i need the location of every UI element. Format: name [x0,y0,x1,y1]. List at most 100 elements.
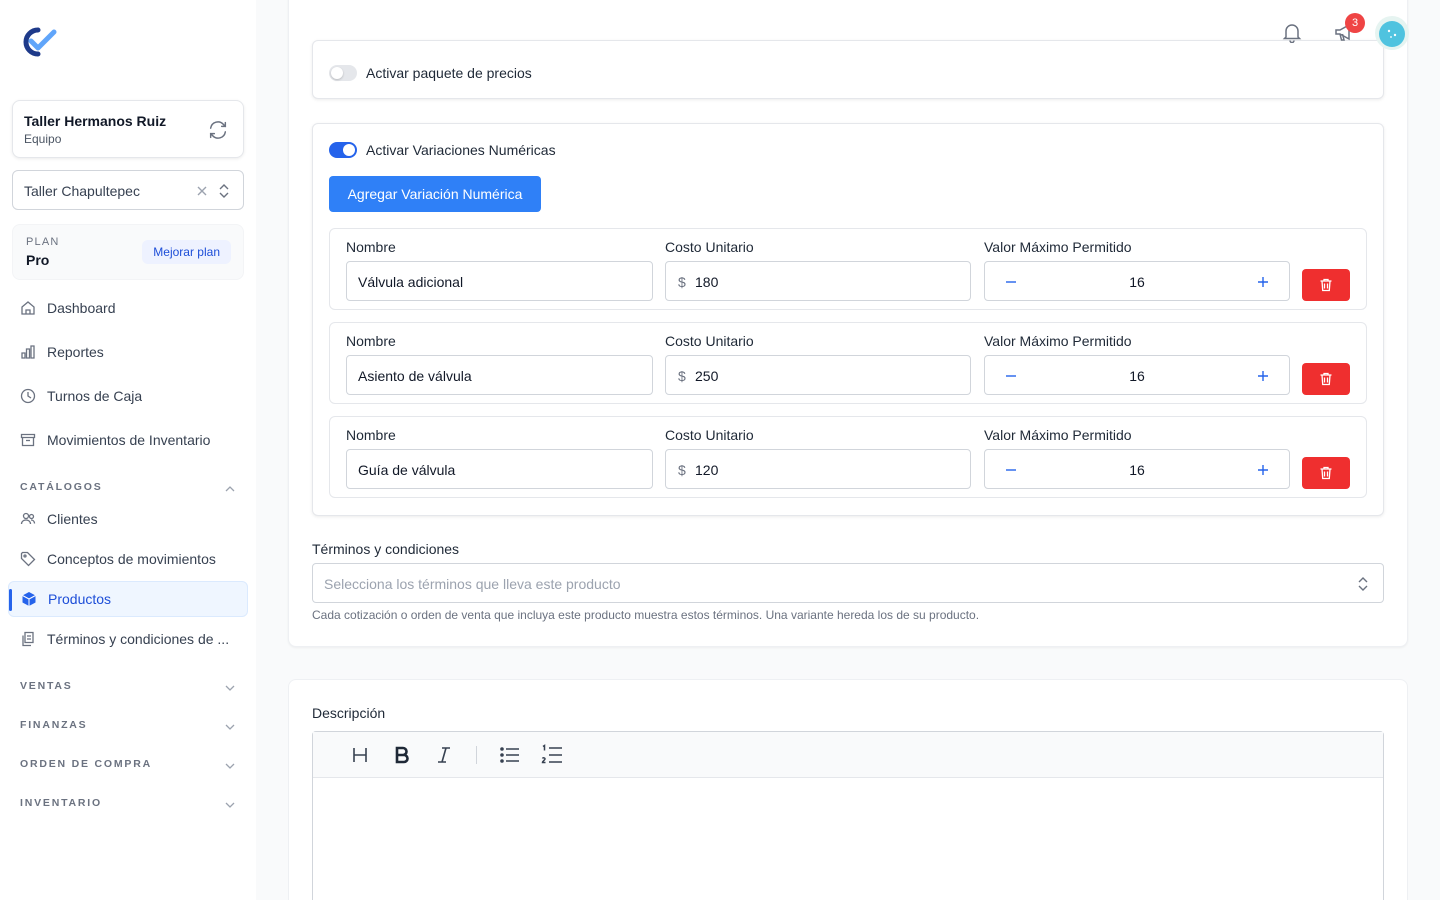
sidebar-item-label: Clientes [47,511,98,527]
chevron-up-down-icon [219,184,229,198]
currency-symbol: $ [678,368,686,384]
section-label: INVENTARIO [20,797,102,809]
chevron-down-icon [225,763,235,769]
sidebar-item-inventory-moves[interactable]: Movimientos de Inventario [8,422,248,458]
bullet-list-icon[interactable] [499,744,521,766]
delete-variation-button[interactable] [1302,457,1350,489]
section-inventory[interactable]: INVENTARIO [20,797,236,813]
sidebar-item-movement-concepts[interactable]: Conceptos de movimientos [8,541,248,577]
terms-help-text: Cada cotización o orden de venta que inc… [312,608,980,622]
bold-icon[interactable] [391,744,413,766]
currency-symbol: $ [678,462,686,478]
bell-icon[interactable] [1281,21,1303,43]
chevron-down-icon [225,685,235,691]
tag-icon [20,551,36,567]
heading-icon[interactable] [349,744,371,766]
unit-cost-label: Costo Unitario [665,239,754,255]
archive-icon [20,433,36,447]
sidebar-item-shifts[interactable]: Turnos de Caja [8,378,248,414]
unit-cost-input[interactable]: $180 [665,261,971,301]
trash-icon [1320,466,1332,480]
sidebar-item-products[interactable]: Productos [8,581,248,617]
toolbar-divider [476,746,477,764]
section-label: CATÁLOGOS [20,481,103,493]
close-icon[interactable] [195,184,209,198]
terms-label: Términos y condiciones [312,541,460,557]
users-icon [20,512,36,525]
currency-symbol: $ [678,274,686,290]
numeric-variations-toggle[interactable] [329,142,357,158]
chevron-down-icon [225,724,235,730]
section-finance[interactable]: FINANZAS [20,719,236,735]
variation-name-input[interactable]: Guía de válvula [346,449,653,489]
description-editor[interactable] [312,731,1384,900]
section-sales[interactable]: VENTAS [20,680,236,696]
max-value-label: Valor Máximo Permitido [984,333,1132,349]
app-logo-icon[interactable] [19,27,57,57]
unit-cost-label: Costo Unitario [665,333,754,349]
plan-card: PLAN Pro Mejorar plan [12,224,244,280]
sparkle-icon [1387,29,1397,38]
team-name: Taller Hermanos Ruiz [24,113,167,129]
upgrade-plan-button[interactable]: Mejorar plan [142,240,231,264]
sidebar-item-label: Términos y condiciones de ... [47,631,230,647]
plan-label: PLAN [26,236,60,248]
variation-row: Nombre Costo Unitario Valor Máximo Permi… [329,322,1367,404]
terms-select[interactable]: Selecciona los términos que lleva este p… [312,563,1384,603]
sidebar-item-clients[interactable]: Clientes [8,501,248,537]
delete-variation-button[interactable] [1302,363,1350,395]
max-value-label: Valor Máximo Permitido [984,427,1132,443]
max-value-stepper[interactable]: 16 [984,355,1290,395]
variation-name-input[interactable]: Asiento de válvula [346,355,653,395]
variation-name-input[interactable]: Válvula adicional [346,261,653,301]
plan-value: Pro [26,252,50,268]
variation-row: Nombre Costo Unitario Valor Máximo Permi… [329,416,1367,498]
max-value-stepper[interactable]: 16 [984,261,1290,301]
team-switcher[interactable]: Taller Hermanos Ruiz Equipo [12,100,244,158]
max-value-label: Valor Máximo Permitido [984,239,1132,255]
avatar[interactable] [1375,16,1409,50]
numeric-variations-label: Activar Variaciones Numéricas [366,142,556,158]
trash-icon [1320,278,1332,292]
bar-chart-icon [21,345,35,359]
branch-select[interactable]: Taller Chapultepec [12,170,244,210]
sidebar-item-terms[interactable]: Términos y condiciones de ... [8,621,248,657]
cube-icon [22,592,36,606]
chevron-up-icon [225,486,235,492]
plus-icon[interactable] [1256,369,1270,383]
home-icon [21,301,35,315]
terms-placeholder: Selecciona los términos que lleva este p… [324,576,621,592]
unit-cost-input[interactable]: $250 [665,355,971,395]
trash-icon [1320,372,1332,386]
pricing-package-label: Activar paquete de precios [366,65,532,81]
documents-icon [22,631,34,647]
section-catalogs[interactable]: CATÁLOGOS [20,481,236,497]
name-label: Nombre [346,427,396,443]
sidebar-item-label: Conceptos de movimientos [47,551,216,567]
numbered-list-icon[interactable] [541,744,563,766]
notification-badge: 3 [1345,13,1365,33]
plus-icon[interactable] [1256,275,1270,289]
refresh-icon[interactable] [207,119,229,141]
branch-value: Taller Chapultepec [24,183,140,199]
plus-icon[interactable] [1256,463,1270,477]
add-numeric-variation-button[interactable]: Agregar Variación Numérica [329,176,541,212]
delete-variation-button[interactable] [1302,269,1350,301]
italic-icon[interactable] [433,744,455,766]
clock-icon [20,388,36,404]
unit-cost-label: Costo Unitario [665,427,754,443]
description-label: Descripción [312,705,386,721]
section-purchase-orders[interactable]: ORDEN DE COMPRA [20,758,236,774]
sidebar-item-label: Productos [48,591,112,607]
sidebar-item-dashboard[interactable]: Dashboard [8,290,248,326]
unit-cost-input[interactable]: $120 [665,449,971,489]
chevron-up-down-icon [1358,577,1368,591]
pricing-package-toggle[interactable] [329,65,357,81]
sidebar-item-reports[interactable]: Reportes [8,334,248,370]
sidebar-item-label: Dashboard [47,300,116,316]
sidebar-item-label: Movimientos de Inventario [47,432,211,448]
pricing-package-card: Activar paquete de precios [312,40,1384,99]
name-label: Nombre [346,239,396,255]
max-value-stepper[interactable]: 16 [984,449,1290,489]
sidebar-item-label: Reportes [47,344,104,360]
